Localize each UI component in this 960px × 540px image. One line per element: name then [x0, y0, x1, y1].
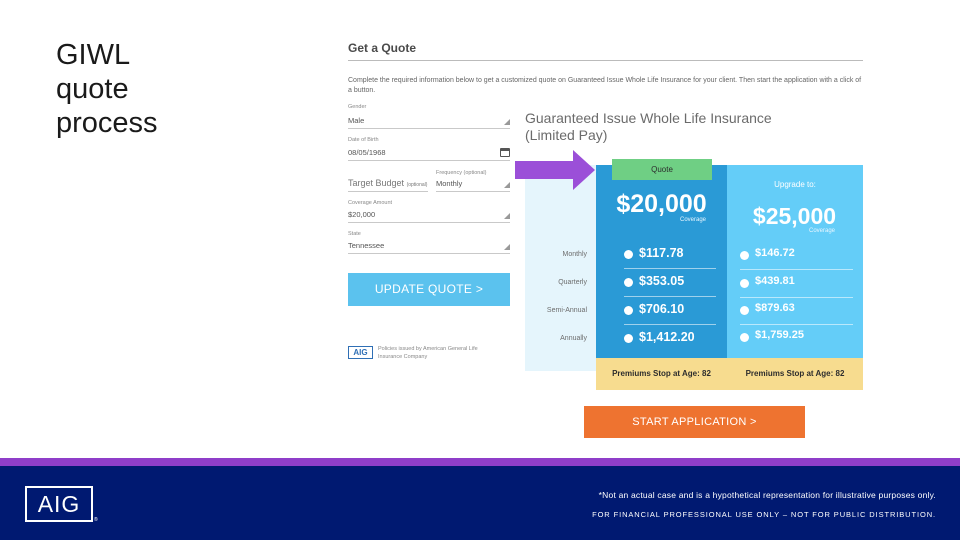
- frequency-label: Frequency (optional): [436, 170, 487, 176]
- quote-premium-row: $117.78: [624, 241, 716, 269]
- bullet-icon: [624, 250, 633, 259]
- upgrade-premium-row: $879.63: [740, 297, 853, 325]
- bullet-icon: [624, 306, 633, 315]
- update-quote-button[interactable]: UPDATE QUOTE >: [348, 273, 510, 306]
- quote-premium-quarterly: $353.05: [639, 274, 685, 288]
- dropdown-caret-icon: [504, 182, 510, 188]
- upgrade-premium-quarterly: $439.81: [755, 275, 795, 287]
- quote-premium-row: $353.05: [624, 269, 716, 297]
- upgrade-premium-row: $1,759.25: [740, 324, 853, 352]
- upgrade-premium-monthly: $146.72: [755, 247, 795, 259]
- form-divider: [348, 60, 863, 61]
- coverage-amount-field[interactable]: Coverage Amount $20,000: [348, 200, 510, 223]
- upgrade-premiums-stop-age: Premiums Stop at Age: 82: [727, 358, 863, 390]
- bullet-icon: [740, 251, 749, 260]
- frequency-label-panel: Monthly Quarterly Semi-Annual Annually: [525, 165, 597, 371]
- gender-value: Male: [348, 116, 365, 125]
- dob-field[interactable]: Date of Birth 08/05/1968: [348, 137, 510, 161]
- quote-tab[interactable]: Quote: [612, 159, 712, 180]
- calendar-icon[interactable]: [500, 148, 510, 157]
- frequency-select[interactable]: Frequency (optional) Monthly: [436, 170, 510, 192]
- hypothetical-disclaimer: *Not an actual case and is a hypothetica…: [598, 490, 936, 500]
- aig-small-logo: AIG: [348, 346, 373, 359]
- quote-premium-row: $706.10: [624, 297, 716, 325]
- product-title: Guaranteed Issue Whole Life Insurance (L…: [525, 110, 772, 143]
- upgrade-label: Upgrade to:: [774, 180, 816, 189]
- state-value: Tennessee: [348, 241, 385, 250]
- dropdown-caret-icon: [504, 244, 510, 250]
- bullet-icon: [740, 279, 749, 288]
- upgrade-coverage-label: Coverage: [809, 228, 836, 234]
- footer-accent-stripe: [0, 458, 960, 466]
- upgrade-coverage-amount: $25,000: [752, 203, 837, 229]
- target-budget-optional: (optional): [406, 182, 428, 188]
- dropdown-caret-icon: [504, 213, 510, 219]
- gender-select[interactable]: Gender Male: [348, 104, 510, 129]
- slide-title: GIWL quote process: [56, 39, 158, 139]
- target-budget-field[interactable]: Target Budget (optional): [348, 170, 428, 192]
- bullet-icon: [624, 278, 633, 287]
- coverage-amount-label: Coverage Amount: [348, 200, 393, 206]
- gender-label: Gender: [348, 104, 367, 110]
- target-budget-placeholder: Target Budget (optional): [348, 178, 427, 188]
- upgrade-premium-row: $146.72: [740, 242, 853, 270]
- frequency-label-semi-annual: Semi-Annual: [546, 307, 587, 314]
- upgrade-premium-semi-annual: $879.63: [755, 302, 795, 314]
- state-label: State: [348, 231, 361, 237]
- dob-label: Date of Birth: [348, 137, 379, 143]
- quote-premium-semi-annual: $706.10: [639, 302, 685, 316]
- form-intro: Complete the required information below …: [348, 77, 862, 94]
- quote-coverage-amount: $20,000: [616, 190, 707, 218]
- start-application-button[interactable]: START APPLICATION >: [584, 406, 805, 438]
- frequency-label-annually: Annually: [560, 335, 587, 342]
- quote-premium-monthly: $117.78: [639, 246, 684, 260]
- frequency-label-quarterly: Quarterly: [558, 279, 587, 286]
- aig-logo: AIG: [25, 486, 93, 522]
- quote-premium-row: $1,412.20: [624, 325, 716, 353]
- bullet-icon: [624, 334, 633, 343]
- coverage-amount-value: $20,000: [348, 210, 376, 219]
- dropdown-caret-icon: [504, 119, 510, 125]
- callout-arrow-icon: [515, 150, 595, 190]
- upgrade-premium-row: $439.81: [740, 270, 853, 298]
- quote-premiums-stop-age: Premiums Stop at Age: 82: [596, 358, 727, 390]
- footer: [0, 466, 960, 540]
- frequency-value: Monthly: [436, 179, 463, 188]
- upgrade-premium-annually: $1,759.25: [755, 329, 804, 341]
- form-heading: Get a Quote: [348, 41, 417, 55]
- bullet-icon: [740, 333, 749, 342]
- registered-mark: ®: [94, 517, 98, 523]
- policy-note: Policies issued by American General Life…: [378, 346, 478, 360]
- slide: GIWL quote process Get a Quote Complete …: [0, 0, 960, 540]
- frequency-label-monthly: Monthly: [562, 251, 587, 258]
- dob-value: 08/05/1968: [348, 148, 386, 157]
- quote-premium-annually: $1,412.20: [639, 330, 695, 344]
- bullet-icon: [740, 306, 749, 315]
- state-select[interactable]: State Tennessee: [348, 231, 510, 254]
- target-budget-label: Target Budget: [348, 178, 405, 188]
- quote-coverage-label: Coverage: [680, 217, 707, 223]
- distribution-notice: FOR FINANCIAL PROFESSIONAL USE ONLY – NO…: [592, 510, 936, 519]
